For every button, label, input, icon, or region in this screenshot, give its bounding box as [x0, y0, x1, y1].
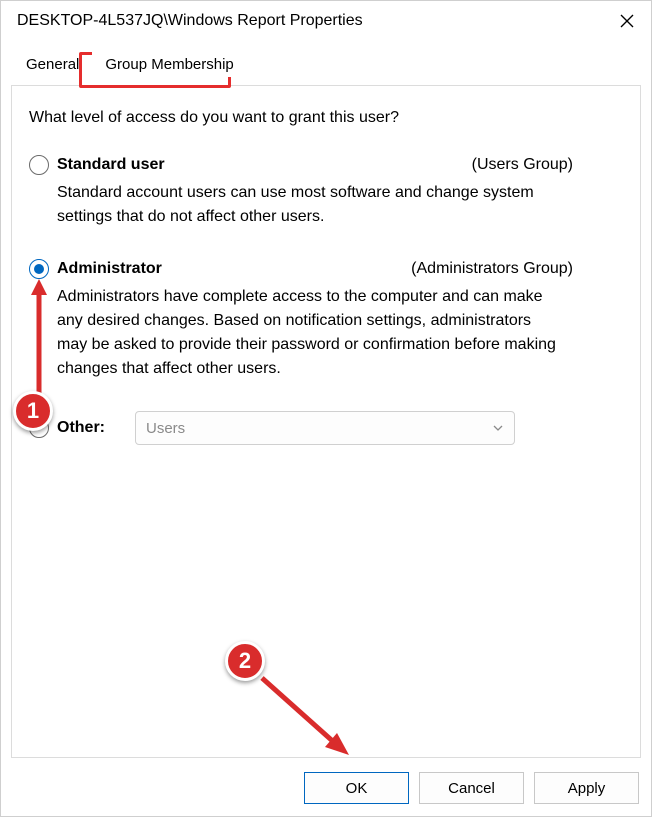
button-bar: OK Cancel Apply	[304, 772, 639, 804]
desc-admin: Administrators have complete access to t…	[57, 285, 563, 381]
content-area: What level of access do you want to gran…	[29, 109, 623, 746]
desc-standard: Standard account users can use most soft…	[57, 181, 563, 229]
titlebar: DESKTOP-4L537JQ\Windows Report Propertie…	[1, 1, 651, 41]
dropdown-value: Users	[146, 420, 185, 437]
access-question: What level of access do you want to gran…	[29, 109, 623, 127]
close-icon	[620, 14, 634, 28]
option-standard-row: Standard user (Users Group)	[29, 155, 623, 175]
tab-general[interactable]: General	[13, 50, 92, 77]
label-admin: Administrator	[57, 260, 162, 278]
chevron-down-icon	[492, 422, 504, 434]
tab-strip: General Group Membership	[1, 47, 651, 77]
cancel-button[interactable]: Cancel	[419, 772, 524, 804]
close-button[interactable]	[617, 11, 637, 31]
label-other: Other:	[57, 419, 105, 437]
radio-administrator[interactable]	[29, 259, 49, 279]
label-standard: Standard user	[57, 156, 165, 174]
option-admin-row: Administrator (Administrators Group)	[29, 259, 623, 279]
apply-button[interactable]: Apply	[534, 772, 639, 804]
annotation-badge-1: 1	[13, 391, 53, 431]
properties-window: DESKTOP-4L537JQ\Windows Report Propertie…	[0, 0, 652, 817]
option-other-row: Other: Users	[29, 411, 623, 445]
radio-standard[interactable]	[29, 155, 49, 175]
tab-group-membership[interactable]: Group Membership	[92, 50, 246, 77]
window-title: DESKTOP-4L537JQ\Windows Report Propertie…	[17, 12, 363, 30]
ok-button[interactable]: OK	[304, 772, 409, 804]
group-standard: (Users Group)	[472, 156, 623, 174]
dropdown-other-group[interactable]: Users	[135, 411, 515, 445]
annotation-badge-2: 2	[225, 641, 265, 681]
group-admin: (Administrators Group)	[411, 260, 623, 278]
